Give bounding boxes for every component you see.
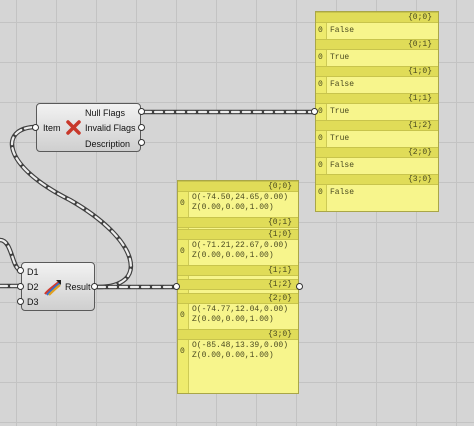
branch-path: {1;1}: [178, 265, 298, 276]
branch-path: {1;0}: [316, 66, 438, 77]
item-value: False: [330, 161, 355, 170]
plane-normal: Z(0.00,0.00,1.00): [192, 251, 274, 260]
branch-path: {0;1}: [316, 39, 438, 50]
plane-origin: O(-74.77,12.04,0.00): [192, 305, 289, 314]
branch-2-0: {2;0} 0 O(-74.77,12.04,0.00) Z(0.00,0.00…: [178, 293, 298, 329]
item-index: 0: [180, 347, 185, 356]
branch-1-1: {1;1}: [178, 265, 298, 279]
invalid-flags-output-label: Invalid Flags: [85, 123, 136, 133]
item-value: False: [330, 26, 355, 35]
item-value: True: [330, 134, 350, 143]
branch-path: {3;0}: [316, 174, 438, 185]
flags-panel[interactable]: {0;0} 0 False {0;1} 0 True {1;0} 0 False…: [315, 11, 439, 212]
d2-input-grip[interactable]: [17, 283, 24, 290]
plane-normal: Z(0.00,0.00,1.00): [192, 351, 274, 360]
plane-normal: Z(0.00,0.00,1.00): [192, 315, 274, 324]
item-index: 0: [180, 199, 185, 208]
branch-path: {0;0}: [178, 181, 298, 192]
branch-2-0: {2;0} 0 False: [316, 147, 438, 174]
plane-origin: O(-74.50,24.65,0.00): [192, 193, 289, 202]
item-index: 0: [318, 161, 323, 170]
branch-0-1: {0;1}: [178, 217, 298, 229]
item-value: False: [330, 188, 355, 197]
branch-path: {1;0}: [178, 229, 298, 240]
branch-1-0: {1;0} 0 False: [316, 66, 438, 93]
branch-path: {0;1}: [178, 217, 298, 228]
planes-panel-input-grip[interactable]: [173, 283, 180, 290]
merge-component[interactable]: D1 D2 D3 Result: [21, 262, 95, 311]
d3-input-grip[interactable]: [17, 298, 24, 305]
plane-normal: Z(0.00,0.00,1.00): [192, 203, 274, 212]
item-index: 0: [318, 53, 323, 62]
merge-arrows-icon: [43, 277, 63, 297]
item-index: 0: [318, 188, 323, 197]
item-value: False: [330, 80, 355, 89]
plane-origin: O(-85.48,13.39,0.00): [192, 341, 289, 350]
branch-3-0: {3;0} 0 False: [316, 174, 438, 201]
null-flags-output-grip[interactable]: [138, 108, 145, 115]
red-x-icon: [65, 119, 82, 136]
branch-0-0: {0;0} 0 False: [316, 12, 438, 39]
item-value: True: [330, 53, 350, 62]
branch-3-0: {3;0} 0 O(-85.48,13.39,0.00) Z(0.00,0.00…: [178, 329, 298, 365]
branch-1-0: {1;0} 0 O(-71.21,22.67,0.00) Z(0.00,0.00…: [178, 229, 298, 265]
item-index: 0: [318, 107, 323, 116]
branch-1-2: {1;2}: [178, 279, 298, 293]
description-output-grip[interactable]: [138, 139, 145, 146]
branch-path: {1;2}: [316, 120, 438, 131]
branch-0-0: {0;0} 0 O(-74.50,24.65,0.00) Z(0.00,0.00…: [178, 181, 298, 217]
result-output-grip[interactable]: [91, 283, 98, 290]
result-output-label: Result: [65, 282, 91, 292]
item-index: 0: [318, 80, 323, 89]
branch-path: {0;0}: [316, 12, 438, 23]
branch-0-1: {0;1} 0 True: [316, 39, 438, 66]
item-index: 0: [180, 247, 185, 256]
branch-1-1: {1;1} 0 True: [316, 93, 438, 120]
planes-panel[interactable]: {0;0} 0 O(-74.50,24.65,0.00) Z(0.00,0.00…: [177, 180, 299, 394]
item-input-grip[interactable]: [32, 124, 39, 131]
planes-panel-output-grip[interactable]: [296, 283, 303, 290]
item-value: True: [330, 107, 350, 116]
d1-input-label: D1: [27, 267, 39, 277]
null-flags-output-label: Null Flags: [85, 108, 126, 118]
item-index: 0: [318, 26, 323, 35]
item-input-label: Item: [43, 123, 61, 133]
branch-path: {2;0}: [178, 293, 298, 304]
invalid-flags-output-grip[interactable]: [138, 124, 145, 131]
flags-panel-input-grip[interactable]: [311, 108, 318, 115]
branch-path: {2;0}: [316, 147, 438, 158]
plane-origin: O(-71.21,22.67,0.00): [192, 241, 289, 250]
d2-input-label: D2: [27, 282, 39, 292]
null-check-component[interactable]: Item Null Flags Invalid Flags Descriptio…: [36, 103, 141, 152]
item-index: 0: [318, 134, 323, 143]
d3-input-label: D3: [27, 297, 39, 307]
d1-input-grip[interactable]: [17, 267, 24, 274]
description-output-label: Description: [85, 139, 131, 149]
branch-path: {1;1}: [316, 93, 438, 104]
branch-path: {1;2}: [178, 279, 298, 290]
branch-1-2: {1;2} 0 True: [316, 120, 438, 147]
branch-path: {3;0}: [178, 329, 298, 340]
item-index: 0: [180, 311, 185, 320]
